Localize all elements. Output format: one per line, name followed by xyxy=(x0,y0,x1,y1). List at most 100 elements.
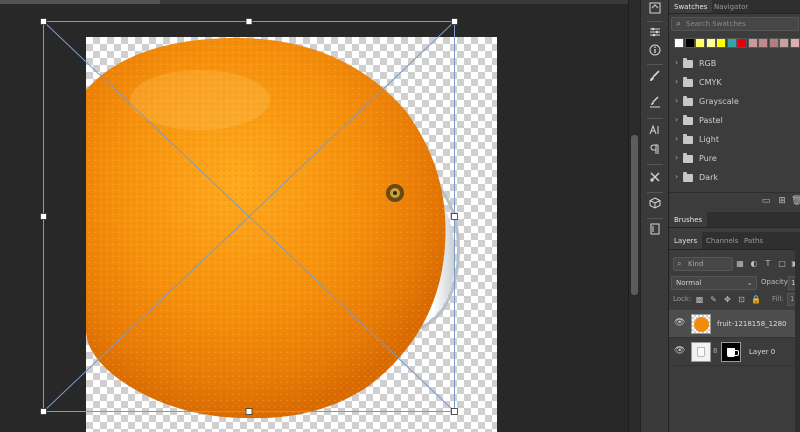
chevron-right-icon[interactable]: › xyxy=(675,172,678,181)
lock-transparent-icon[interactable]: ▩ xyxy=(695,295,704,304)
layer-thumbnail xyxy=(691,342,711,362)
swatch-chip[interactable] xyxy=(758,38,768,48)
swatch-group-pure[interactable]: › Pure xyxy=(669,150,800,168)
layer-filter-row: ⌕ Kind ▦ ◐ T ▢ ▣ xyxy=(669,254,800,274)
lock-label: Lock: xyxy=(673,295,692,303)
chevron-down-icon: ⌄ xyxy=(746,278,753,287)
swatch-group-label: RGB xyxy=(699,59,717,68)
visibility-eye-icon[interactable]: 👁 xyxy=(674,347,685,356)
swatch-chip[interactable] xyxy=(716,38,726,48)
swatch-chip[interactable] xyxy=(674,38,684,48)
tab-layers[interactable]: Layers xyxy=(669,232,703,249)
chevron-right-icon[interactable]: › xyxy=(675,96,678,105)
swatch-chip[interactable] xyxy=(737,38,747,48)
folder-icon xyxy=(683,77,693,87)
3d-icon[interactable] xyxy=(645,197,665,215)
layer-kind-filter[interactable]: ⌕ Kind xyxy=(673,257,733,271)
character-icon[interactable] xyxy=(645,124,665,142)
chevron-right-icon[interactable]: › xyxy=(675,77,678,86)
layers-scrollbar[interactable] xyxy=(795,236,800,432)
lock-artboard-icon[interactable]: ⊡ xyxy=(737,295,746,304)
swatch-chip[interactable] xyxy=(789,38,800,48)
trash-icon[interactable]: 🗑 xyxy=(791,196,800,206)
adjustments-icon[interactable] xyxy=(645,26,665,44)
folder-icon xyxy=(683,134,693,144)
blend-opacity-row: Normal ⌄ Opacity: 100 xyxy=(669,274,800,292)
filter-type-icon[interactable]: T xyxy=(763,259,773,269)
swatch-chip[interactable] xyxy=(747,38,758,48)
folder-icon xyxy=(683,172,693,182)
layer-name[interactable]: fruit-1218158_1280 xyxy=(717,320,786,328)
layer-mask-thumbnail[interactable] xyxy=(721,342,741,362)
swatch-chip[interactable] xyxy=(726,38,737,48)
search-icon: ⌕ xyxy=(677,259,682,268)
lock-fill-row: Lock: ▩ ✎ ✥ ⊡ 🔒 Fill: 100 xyxy=(669,292,800,308)
chevron-right-icon[interactable]: › xyxy=(675,134,678,143)
swatch-chip[interactable] xyxy=(684,38,695,48)
folder-icon xyxy=(683,153,693,163)
chevron-right-icon[interactable]: › xyxy=(675,58,678,67)
history-icon[interactable] xyxy=(645,2,665,20)
canvas-vertical-scrollbar[interactable] xyxy=(628,0,640,432)
tab-navigator[interactable]: Navigator xyxy=(709,0,753,13)
brush-settings-icon[interactable] xyxy=(645,96,665,114)
swatches-tab-bar: Swatches Navigator xyxy=(669,0,800,14)
tool-presets-icon[interactable] xyxy=(645,171,665,189)
swatch-group-label: Grayscale xyxy=(699,97,739,106)
brush-icon[interactable] xyxy=(645,70,665,88)
swatch-group-rgb[interactable]: › RGB xyxy=(669,55,800,73)
scrollbar-thumb[interactable] xyxy=(631,135,638,295)
swatch-group-grayscale[interactable]: › Grayscale xyxy=(669,93,800,111)
search-icon: ⌕ xyxy=(676,19,682,29)
folder-icon xyxy=(683,96,693,106)
tab-paths[interactable]: Paths xyxy=(739,232,768,249)
tab-brushes[interactable]: Brushes xyxy=(669,212,708,227)
layers-tab-bar: Layers Channels Paths xyxy=(669,232,800,250)
chevron-right-icon[interactable]: › xyxy=(675,153,678,162)
swatch-group-light[interactable]: › Light xyxy=(669,131,800,149)
chevron-right-icon[interactable]: › xyxy=(675,115,678,124)
swatch-chip[interactable] xyxy=(768,38,779,48)
filter-shape-icon[interactable]: ▢ xyxy=(777,259,787,269)
folder-icon xyxy=(683,115,693,125)
swatch-group-dark[interactable]: › Dark xyxy=(669,169,800,187)
visibility-eye-icon[interactable]: 👁 xyxy=(674,319,685,328)
filter-pixel-icon[interactable]: ▦ xyxy=(735,259,745,269)
swatch-search-box[interactable]: ⌕ xyxy=(671,17,799,31)
document-canvas[interactable] xyxy=(0,0,628,432)
info-icon[interactable] xyxy=(645,44,665,62)
paragraph-icon[interactable] xyxy=(645,143,665,161)
brushes-tab-bar: Brushes xyxy=(669,212,800,228)
swatch-chip[interactable] xyxy=(705,38,716,48)
swatch-group-label: Pastel xyxy=(699,116,723,125)
blend-mode-select[interactable]: Normal ⌄ xyxy=(671,276,757,290)
layer-row-layer0[interactable]: 👁 8 Layer 0 xyxy=(669,338,800,366)
kind-label: Kind xyxy=(688,260,704,268)
swatch-chip[interactable] xyxy=(695,38,705,48)
layer-row-fruit[interactable]: 👁 fruit-1218158_1280 xyxy=(669,310,800,338)
tab-swatches[interactable]: Swatches xyxy=(669,0,713,13)
swatch-group-label: Dark xyxy=(699,173,718,182)
swatch-group-label: CMYK xyxy=(699,78,722,87)
opacity-label: Opacity: xyxy=(761,278,790,286)
layer-name[interactable]: Layer 0 xyxy=(749,348,775,356)
swatch-group-cmyk[interactable]: › CMYK xyxy=(669,74,800,92)
swatch-search-input[interactable] xyxy=(686,18,796,30)
swatch-chip[interactable] xyxy=(779,38,789,48)
folder-icon xyxy=(683,58,693,68)
lock-image-icon[interactable]: ✎ xyxy=(709,295,718,304)
blend-mode-value: Normal xyxy=(676,279,702,287)
new-group-folder-icon[interactable]: ▭ xyxy=(761,196,771,206)
filter-adjustment-icon[interactable]: ◐ xyxy=(749,259,759,269)
swatches-footer: ▭ ⊞ 🗑 xyxy=(669,192,800,208)
new-swatch-icon[interactable]: ⊞ xyxy=(777,196,787,206)
link-chain-icon[interactable]: 8 xyxy=(713,347,717,355)
notes-icon[interactable] xyxy=(645,223,665,241)
tab-channels[interactable]: Channels xyxy=(701,232,743,249)
orange-image xyxy=(86,37,446,419)
swatch-group-pastel[interactable]: › Pastel xyxy=(669,112,800,130)
canvas-artwork[interactable] xyxy=(0,0,628,432)
lock-all-icon[interactable]: 🔒 xyxy=(751,295,761,304)
lock-position-icon[interactable]: ✥ xyxy=(723,295,732,304)
right-panel-dock: Swatches Navigator ⌕ › RGB › CMYK › Gray… xyxy=(668,0,800,432)
